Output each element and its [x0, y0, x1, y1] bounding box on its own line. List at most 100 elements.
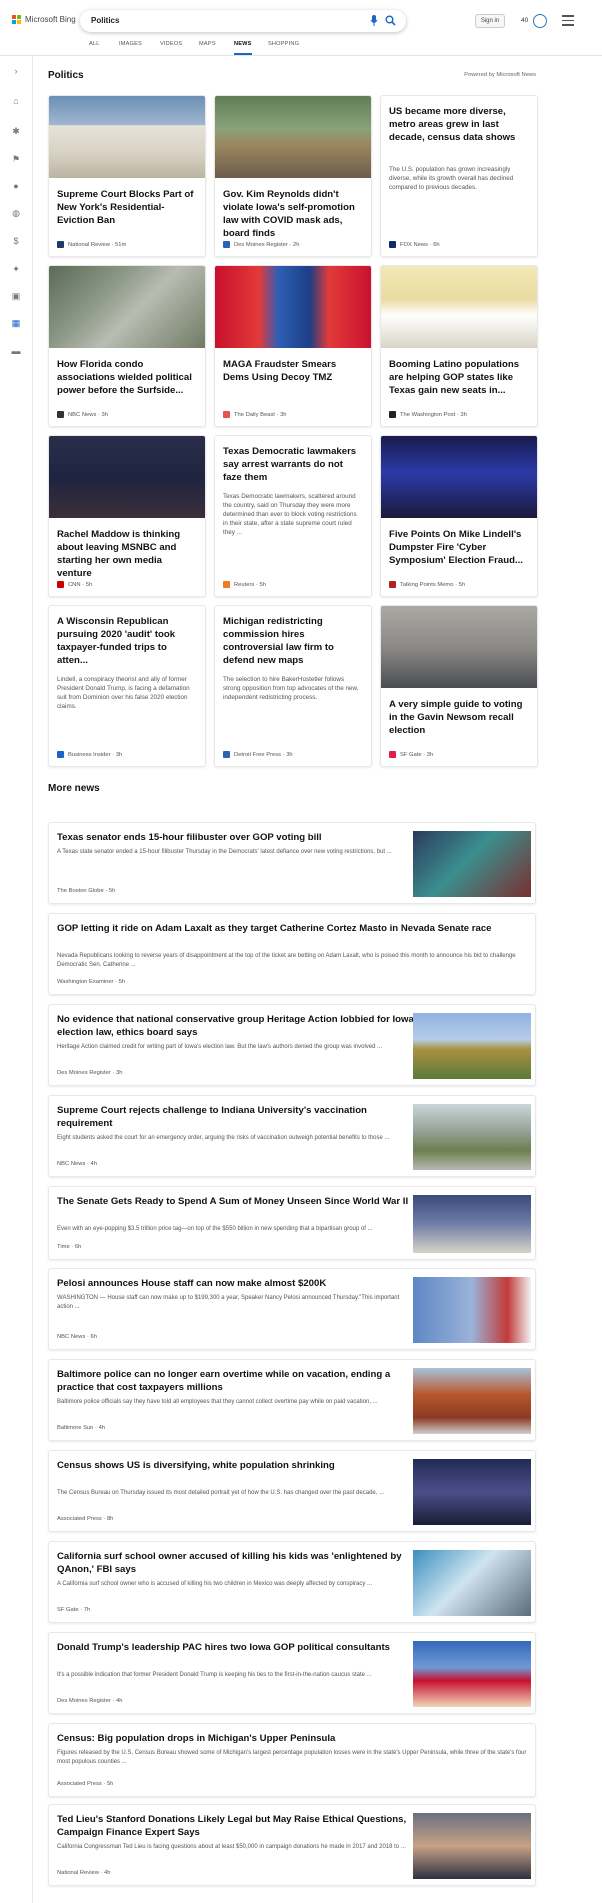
more-news-thumbnail[interactable] — [413, 1813, 531, 1879]
more-news-thumbnail[interactable] — [413, 1368, 531, 1434]
tab-news[interactable]: NEWS — [234, 41, 252, 55]
more-news-title[interactable]: No evidence that national conservative g… — [57, 1013, 417, 1039]
home-icon[interactable]: ⌂ — [11, 96, 21, 106]
more-news-summary: Figures released by the U.S. Census Bure… — [57, 1750, 527, 1765]
news-card-source: The Daily Beast · 3h — [223, 411, 287, 418]
more-news-item[interactable]: Ted Lieu's Stanford Donations Likely Leg… — [48, 1804, 536, 1886]
tab-images[interactable]: IMAGES — [119, 41, 142, 47]
more-news-title: More news — [48, 783, 100, 794]
search-input[interactable]: Politics — [91, 16, 119, 25]
more-news-item[interactable]: Census: Big population drops in Michigan… — [48, 1723, 536, 1797]
news-card-image — [381, 606, 537, 688]
news-card-title[interactable]: US became more diverse, metro areas grew… — [389, 105, 529, 144]
flag-icon[interactable]: ⚑ — [11, 154, 21, 164]
more-news-item[interactable]: Baltimore police can no longer earn over… — [48, 1359, 536, 1441]
search-icon[interactable] — [385, 15, 396, 26]
news-card[interactable]: Gov. Kim Reynolds didn't violate Iowa's … — [214, 95, 372, 257]
news-card-title[interactable]: A very simple guide to voting in the Gav… — [389, 698, 529, 737]
news-card[interactable]: How Florida condo associations wielded p… — [48, 265, 206, 427]
more-news-thumbnail[interactable] — [413, 1195, 531, 1253]
more-news-item[interactable]: Supreme Court rejects challenge to India… — [48, 1095, 536, 1177]
news-card-image — [215, 266, 371, 348]
more-news-title[interactable]: The Senate Gets Ready to Spend A Sum of … — [57, 1195, 417, 1208]
more-news-title[interactable]: California surf school owner accused of … — [57, 1550, 417, 1576]
more-news-title[interactable]: Census shows US is diversifying, white p… — [57, 1459, 417, 1472]
more-icon[interactable]: ▬ — [11, 346, 21, 356]
more-news-title[interactable]: Texas senator ends 15-hour filibuster ov… — [57, 831, 417, 844]
more-news-item[interactable]: The Senate Gets Ready to Spend A Sum of … — [48, 1186, 536, 1260]
news-card-title[interactable]: Supreme Court Blocks Part of New York's … — [57, 188, 197, 227]
more-news-thumbnail[interactable] — [413, 831, 531, 897]
search-box[interactable]: Politics — [80, 10, 406, 32]
more-news-thumbnail[interactable] — [413, 1104, 531, 1170]
more-news-item[interactable]: Pelosi announces House staff can now mak… — [48, 1268, 536, 1350]
source-name: CNN — [68, 581, 81, 588]
more-news-title[interactable]: Ted Lieu's Stanford Donations Likely Leg… — [57, 1813, 417, 1839]
more-news-item[interactable]: Donald Trump's leadership PAC hires two … — [48, 1632, 536, 1714]
expand-icon[interactable]: › — [11, 66, 21, 76]
news-card[interactable]: US became more diverse, metro areas grew… — [380, 95, 538, 257]
more-news-item[interactable]: Texas senator ends 15-hour filibuster ov… — [48, 822, 536, 904]
news-card[interactable]: Five Points On Mike Lindell's Dumpster F… — [380, 435, 538, 597]
news-card-title[interactable]: MAGA Fraudster Smears Dems Using Decoy T… — [223, 358, 363, 384]
news-card-title[interactable]: Gov. Kim Reynolds didn't violate Iowa's … — [223, 188, 363, 240]
location-icon[interactable]: ● — [11, 181, 21, 191]
more-news-title[interactable]: Census: Big population drops in Michigan… — [57, 1732, 527, 1745]
more-news-title[interactable]: Pelosi announces House staff can now mak… — [57, 1277, 417, 1290]
news-card-title[interactable]: Five Points On Mike Lindell's Dumpster F… — [389, 528, 529, 567]
money-icon[interactable]: $ — [11, 236, 21, 246]
more-news-item[interactable]: Census shows US is diversifying, white p… — [48, 1450, 536, 1532]
more-news-thumbnail[interactable] — [413, 1641, 531, 1707]
more-news-title[interactable]: Donald Trump's leadership PAC hires two … — [57, 1641, 417, 1654]
more-news-thumbnail[interactable] — [413, 1013, 531, 1079]
more-news-item[interactable]: No evidence that national conservative g… — [48, 1004, 536, 1086]
source-logo-icon — [223, 241, 230, 248]
news-card-title[interactable]: Michigan redistricting commission hires … — [223, 615, 363, 667]
more-news-summary: WASHINGTON — House staff can now make up… — [57, 1295, 400, 1310]
news-card-title[interactable]: A Wisconsin Republican pursuing 2020 'au… — [57, 615, 197, 667]
rewards-icon[interactable] — [533, 14, 547, 28]
news-card[interactable]: MAGA Fraudster Smears Dems Using Decoy T… — [214, 265, 372, 427]
news-card[interactable]: Michigan redistricting commission hires … — [214, 605, 372, 767]
news-card-title[interactable]: Booming Latino populations are helping G… — [389, 358, 529, 397]
more-news-thumbnail[interactable] — [413, 1459, 531, 1525]
publish-time: 8h — [106, 1516, 114, 1522]
news-card[interactable]: Rachel Maddow is thinking about leaving … — [48, 435, 206, 597]
more-news-title[interactable]: Supreme Court rejects challenge to India… — [57, 1104, 417, 1130]
tab-all[interactable]: ALL — [89, 41, 100, 47]
more-news-item[interactable]: GOP letting it ride on Adam Laxalt as th… — [48, 913, 536, 995]
more-news-title[interactable]: GOP letting it ride on Adam Laxalt as th… — [57, 922, 527, 935]
more-news-thumbnail[interactable] — [413, 1550, 531, 1616]
brand-name: Microsoft Bing — [25, 15, 76, 24]
tab-shopping[interactable]: SHOPPING — [268, 41, 299, 47]
news-card-title[interactable]: Texas Democratic lawmakers say arrest wa… — [223, 445, 363, 484]
discover-icon[interactable]: ✱ — [11, 126, 21, 136]
bing-logo[interactable]: Microsoft Bing — [12, 15, 76, 24]
source-name: Reuters — [234, 581, 255, 588]
sign-in-button[interactable]: Sign in — [475, 14, 505, 28]
politics-icon[interactable]: ▦ — [11, 318, 21, 328]
more-news-source: Time · 6h — [57, 1244, 81, 1250]
rewards-count[interactable]: 40 — [521, 17, 528, 24]
more-news-summary: Baltimore police officials say they have… — [57, 1399, 378, 1405]
science-icon[interactable]: ✦ — [11, 264, 21, 274]
news-card[interactable]: Texas Democratic lawmakers say arrest wa… — [214, 435, 372, 597]
news-card[interactable]: Supreme Court Blocks Part of New York's … — [48, 95, 206, 257]
more-news-source: Baltimore Sun · 4h — [57, 1425, 105, 1431]
more-news-title[interactable]: Baltimore police can no longer earn over… — [57, 1368, 417, 1394]
tab-videos[interactable]: VIDEOS — [160, 41, 182, 47]
news-card-title[interactable]: How Florida condo associations wielded p… — [57, 358, 197, 397]
hamburger-menu-icon[interactable] — [562, 15, 574, 29]
more-news-item[interactable]: California surf school owner accused of … — [48, 1541, 536, 1623]
globe-icon[interactable]: ◍ — [11, 208, 21, 218]
news-card[interactable]: Booming Latino populations are helping G… — [380, 265, 538, 427]
more-news-thumbnail[interactable] — [413, 1277, 531, 1343]
entertainment-icon[interactable]: ▣ — [11, 291, 21, 301]
news-card[interactable]: A very simple guide to voting in the Gav… — [380, 605, 538, 767]
news-card-title[interactable]: Rachel Maddow is thinking about leaving … — [57, 528, 197, 580]
source-name: FOX News — [400, 241, 429, 248]
publish-time: 3h — [115, 751, 123, 758]
tab-maps[interactable]: MAPS — [199, 41, 216, 47]
microphone-icon[interactable] — [370, 15, 378, 27]
news-card[interactable]: A Wisconsin Republican pursuing 2020 'au… — [48, 605, 206, 767]
